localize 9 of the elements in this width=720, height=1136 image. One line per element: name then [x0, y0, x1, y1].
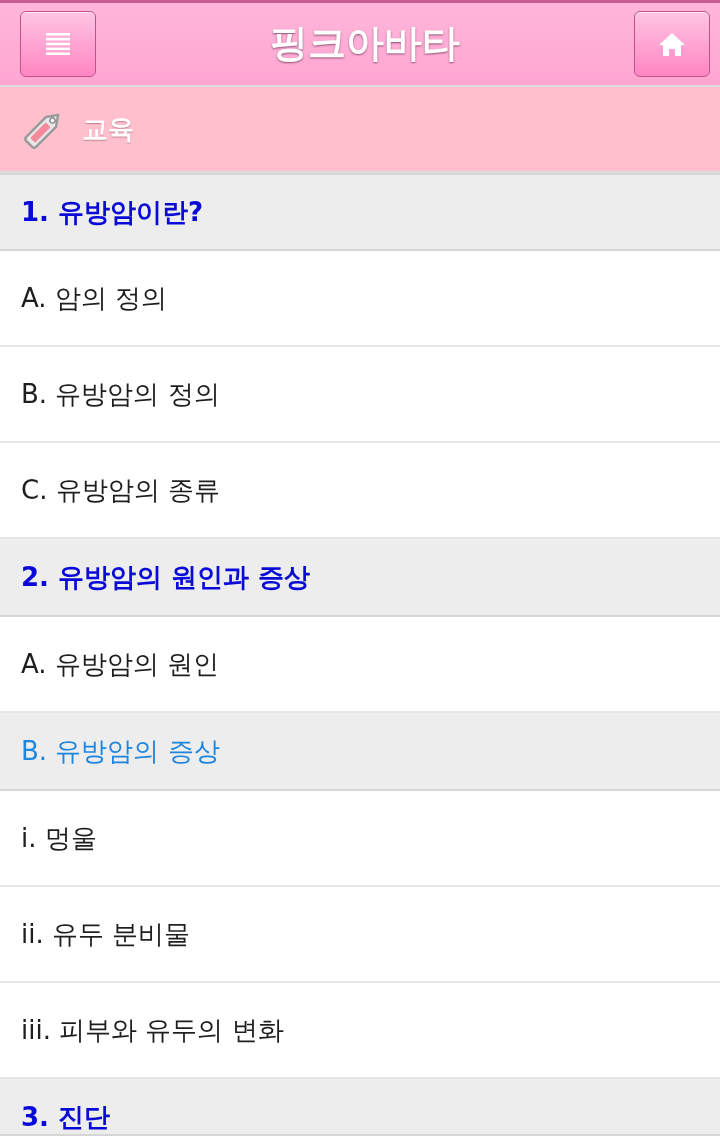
home-button[interactable] — [634, 11, 710, 77]
section-heading[interactable]: 3. 진단 — [0, 1079, 720, 1136]
home-icon — [659, 32, 685, 56]
menu-icon — [46, 33, 70, 55]
app-title: 핑크아바타 — [270, 21, 460, 67]
category-label: 교육 — [82, 112, 134, 146]
section-heading[interactable]: 1. 유방암이란? — [0, 173, 720, 251]
menu-button[interactable] — [20, 11, 96, 77]
section-heading[interactable]: 2. 유방암의 원인과 증상 — [0, 539, 720, 617]
